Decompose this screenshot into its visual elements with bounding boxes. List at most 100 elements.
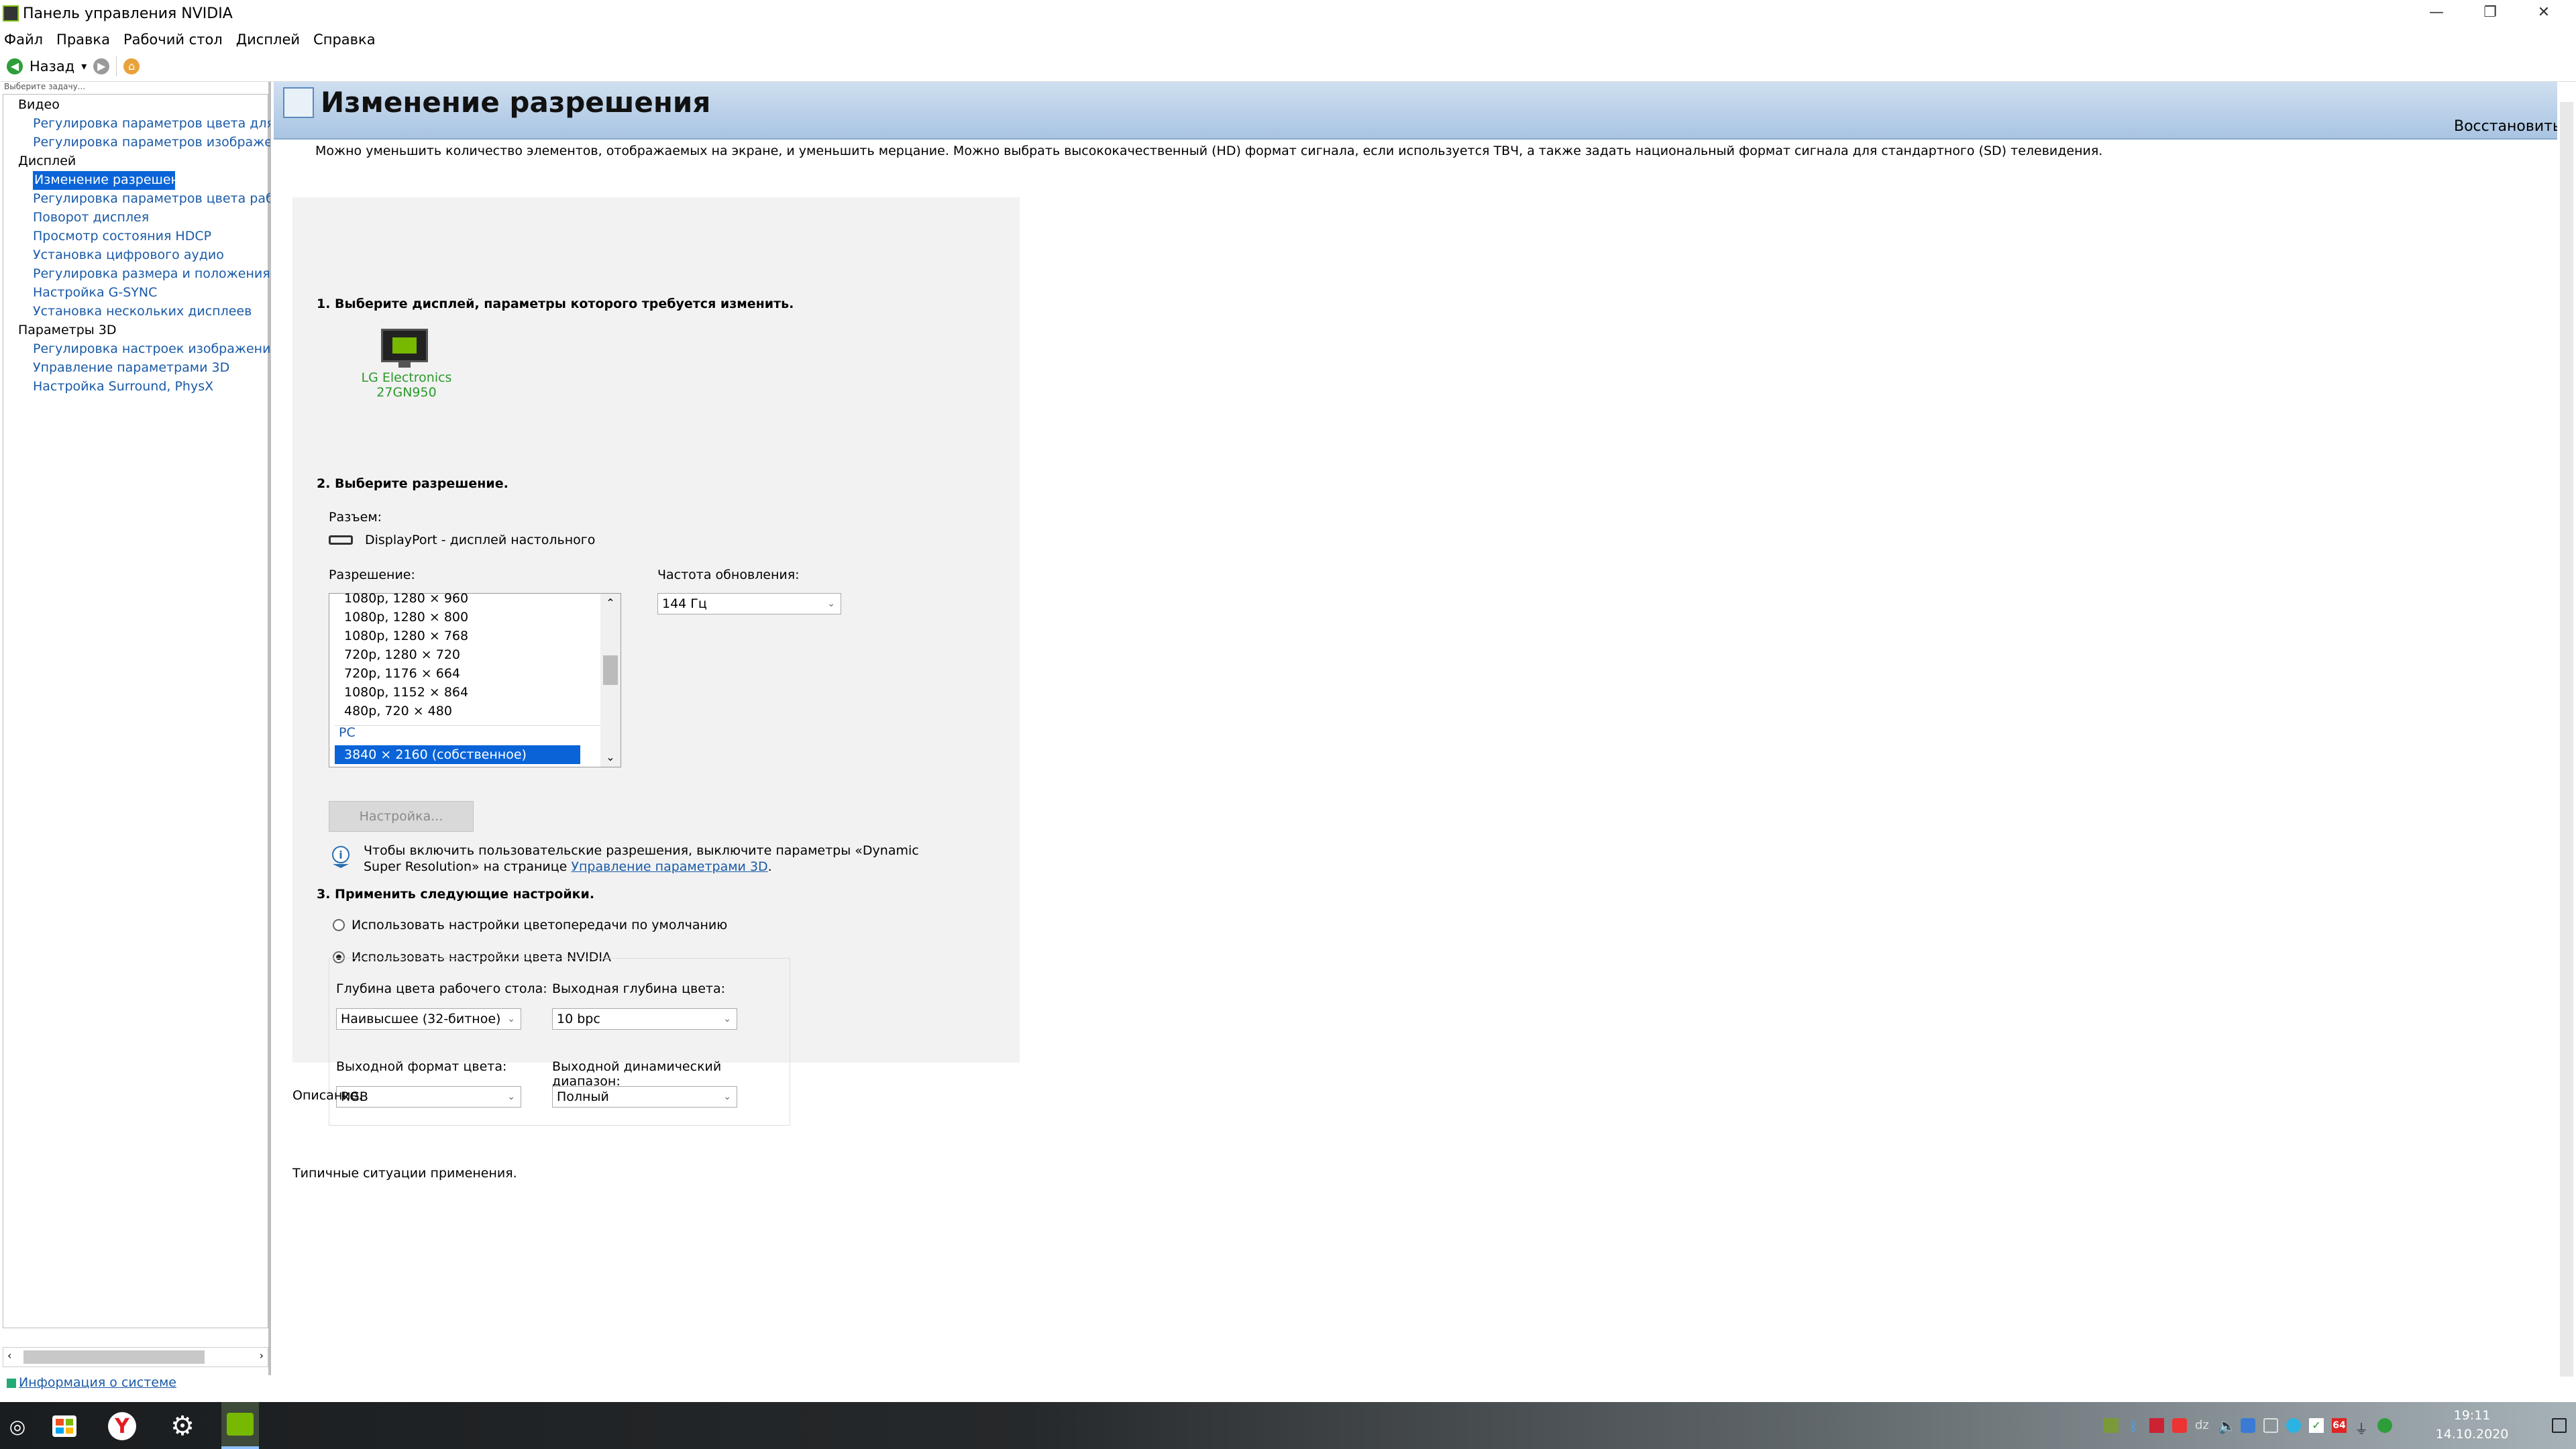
scroll-down-icon[interactable]: ⌄	[600, 748, 621, 767]
menu-file[interactable]: Файл	[4, 32, 43, 48]
page-description: Можно уменьшить количество элементов, от…	[315, 144, 2103, 158]
group-header-pc: PC	[339, 725, 356, 740]
menu-desktop[interactable]: Рабочий стол	[123, 32, 223, 48]
list-item[interactable]: 1080p, 1152 × 864	[344, 684, 468, 701]
settings-gear-icon[interactable]: ⚙	[165, 1409, 200, 1444]
tray-shield-icon[interactable]: ✓	[2309, 1418, 2324, 1433]
tray-record-icon[interactable]	[2172, 1418, 2187, 1433]
tray-blue-icon[interactable]	[2241, 1418, 2255, 1433]
maximize-button[interactable]: ❐	[2463, 0, 2517, 28]
refresh-rate-select[interactable]: 144 Гц ⌄	[657, 593, 841, 614]
tree-item-surround-physx[interactable]: Настройка Surround, PhysX	[33, 378, 270, 396]
tree-item-hdcp-status[interactable]: Просмотр состояния HDCP	[33, 227, 270, 246]
notifications-icon[interactable]	[2552, 1418, 2567, 1433]
list-item[interactable]: 720p, 1176 × 664	[344, 665, 460, 682]
customize-button[interactable]: Настройка...	[329, 801, 474, 832]
network-icon[interactable]: ⏚	[2355, 1418, 2369, 1437]
tray-text-icon[interactable]: dz	[2195, 1418, 2210, 1433]
minimize-button[interactable]: —	[2410, 0, 2463, 28]
tray-circle-icon[interactable]	[2286, 1418, 2301, 1433]
chevron-down-icon: ⌄	[723, 1091, 731, 1102]
step3-title: 3. Применить следующие настройки.	[317, 887, 595, 902]
step2-title: 2. Выберите разрешение.	[317, 476, 508, 491]
desktop-depth-select[interactable]: Наивысшее (32-битное) ⌄	[336, 1008, 521, 1030]
restore-link[interactable]: Восстановить	[2454, 118, 2561, 135]
radio-default-color[interactable]	[333, 919, 345, 931]
cortana-icon[interactable]: ◎	[0, 1409, 35, 1444]
typical-usage-label: Типичные ситуации применения.	[292, 1166, 517, 1181]
tree-item-gsync[interactable]: Настройка G-SYNC	[33, 284, 270, 303]
list-item[interactable]: 480p, 720 × 480	[344, 702, 452, 720]
scrollbar-thumb[interactable]	[23, 1350, 205, 1364]
tree-item-3d-preview[interactable]: Регулировка настроек изображения с просм…	[33, 340, 270, 359]
clock-time: 19:11	[2453, 1408, 2491, 1423]
manage-3d-link[interactable]: Управление параметрами 3D	[571, 859, 767, 874]
displayport-icon	[329, 535, 353, 545]
settings-panel: 1. Выберите дисплей, параметры которого …	[292, 197, 1020, 1126]
scroll-left-icon[interactable]: ‹	[7, 1349, 11, 1362]
tray-red-icon[interactable]	[2149, 1418, 2164, 1433]
bluetooth-icon[interactable]: ᛒ	[2127, 1418, 2141, 1434]
yandex-browser-icon[interactable]: Y	[105, 1409, 140, 1444]
forward-arrow-icon[interactable]: ▶	[93, 58, 110, 74]
tray-app-icon[interactable]	[2104, 1418, 2118, 1433]
chevron-down-icon: ⌄	[507, 1014, 515, 1024]
tree-item-desktop-color[interactable]: Регулировка параметров цвета рабочего ст…	[33, 190, 270, 209]
group-divider	[335, 725, 600, 726]
scrollbar-thumb[interactable]	[603, 655, 618, 685]
chevron-down-icon: ⌄	[507, 1091, 515, 1102]
home-icon[interactable]: ⌂	[123, 58, 140, 74]
selected-resolution[interactable]: 3840 × 2160 (собственное)	[335, 745, 580, 764]
scroll-right-icon[interactable]: ›	[260, 1349, 264, 1362]
volume-icon[interactable]: 🔈	[2218, 1418, 2236, 1435]
back-arrow-icon[interactable]: ◀	[7, 58, 23, 74]
system-info-link[interactable]: Информация о системе	[7, 1375, 176, 1390]
chevron-down-icon: ⌄	[827, 598, 835, 609]
desktop-depth-label: Глубина цвета рабочего стола:	[336, 981, 547, 996]
list-item[interactable]: 1080p, 1280 × 768	[344, 627, 468, 645]
tree-item-desktop-size[interactable]: Регулировка размера и положения рабочего…	[33, 265, 270, 284]
tree-category-video[interactable]: −Видео	[18, 96, 60, 115]
step1-title: 1. Выберите дисплей, параметры которого …	[317, 297, 794, 311]
tray-green-icon[interactable]	[2377, 1418, 2392, 1433]
radio-default-label[interactable]: Использовать настройки цветопередачи по …	[352, 918, 727, 932]
dynamic-range-select[interactable]: Полный ⌄	[552, 1086, 737, 1108]
tree-category-3d[interactable]: −Параметры 3D	[18, 321, 117, 340]
tree-item-digital-audio[interactable]: Установка цифрового аудио	[33, 246, 270, 265]
tree-item-video-image[interactable]: Регулировка параметров изображения для в…	[33, 133, 270, 152]
menu-help[interactable]: Справка	[313, 32, 376, 48]
tree-item-change-resolution[interactable]: Изменение разрешения	[33, 171, 175, 190]
menu-edit[interactable]: Правка	[56, 32, 110, 48]
sidebar-horizontal-scrollbar[interactable]: ‹ ›	[3, 1347, 268, 1367]
monitor-icon[interactable]	[381, 329, 428, 369]
tree-category-display[interactable]: −Дисплей	[18, 152, 76, 171]
display-name[interactable]: LG Electronics 27GN950	[360, 370, 453, 400]
list-item[interactable]: 1080p, 1280 × 960	[344, 590, 468, 607]
resolution-list-scrollbar[interactable]: ⌃ ⌄	[600, 594, 621, 767]
store-icon[interactable]	[47, 1409, 82, 1444]
title-bar: Панель управления NVIDIA — ❐ ✕	[0, 0, 2576, 28]
tray-device-icon[interactable]	[2263, 1418, 2278, 1433]
resolution-list[interactable]: 1080p, 1280 × 960 1080p, 1280 × 800 1080…	[329, 590, 621, 767]
scroll-up-icon[interactable]: ⌃	[600, 594, 621, 612]
output-depth-select[interactable]: 10 bpc ⌄	[552, 1008, 737, 1030]
taskbar-clock[interactable]: 19:11 14.10.2020	[2428, 1406, 2516, 1444]
back-history-dropdown[interactable]: ▾	[81, 60, 87, 72]
tree-item-video-color[interactable]: Регулировка параметров цвета для видео	[33, 115, 270, 133]
list-item[interactable]: 1080p, 1280 × 800	[344, 608, 468, 626]
scrollbar-thumb[interactable]	[2560, 102, 2573, 1377]
tree-item-rotate-display[interactable]: Поворот дисплея	[33, 209, 270, 227]
tree-item-multiple-displays[interactable]: Установка нескольких дисплеев	[33, 303, 270, 321]
list-item[interactable]: 720p, 1280 × 720	[344, 646, 460, 663]
tray-badge-icon[interactable]: 64	[2332, 1418, 2347, 1433]
back-button[interactable]: Назад	[30, 58, 74, 74]
tree-item-manage-3d[interactable]: Управление параметрами 3D	[33, 359, 270, 378]
close-button[interactable]: ✕	[2517, 0, 2571, 28]
nvidia-taskbar-icon[interactable]	[221, 1402, 259, 1449]
menu-display[interactable]: Дисплей	[236, 32, 300, 48]
svg-text:i: i	[339, 849, 342, 861]
main-vertical-scrollbar[interactable]	[2557, 82, 2576, 1397]
output-format-label: Выходной формат цвета:	[336, 1059, 507, 1074]
monitor-stand	[398, 362, 411, 368]
output-format-select[interactable]: RGB ⌄	[336, 1086, 521, 1108]
